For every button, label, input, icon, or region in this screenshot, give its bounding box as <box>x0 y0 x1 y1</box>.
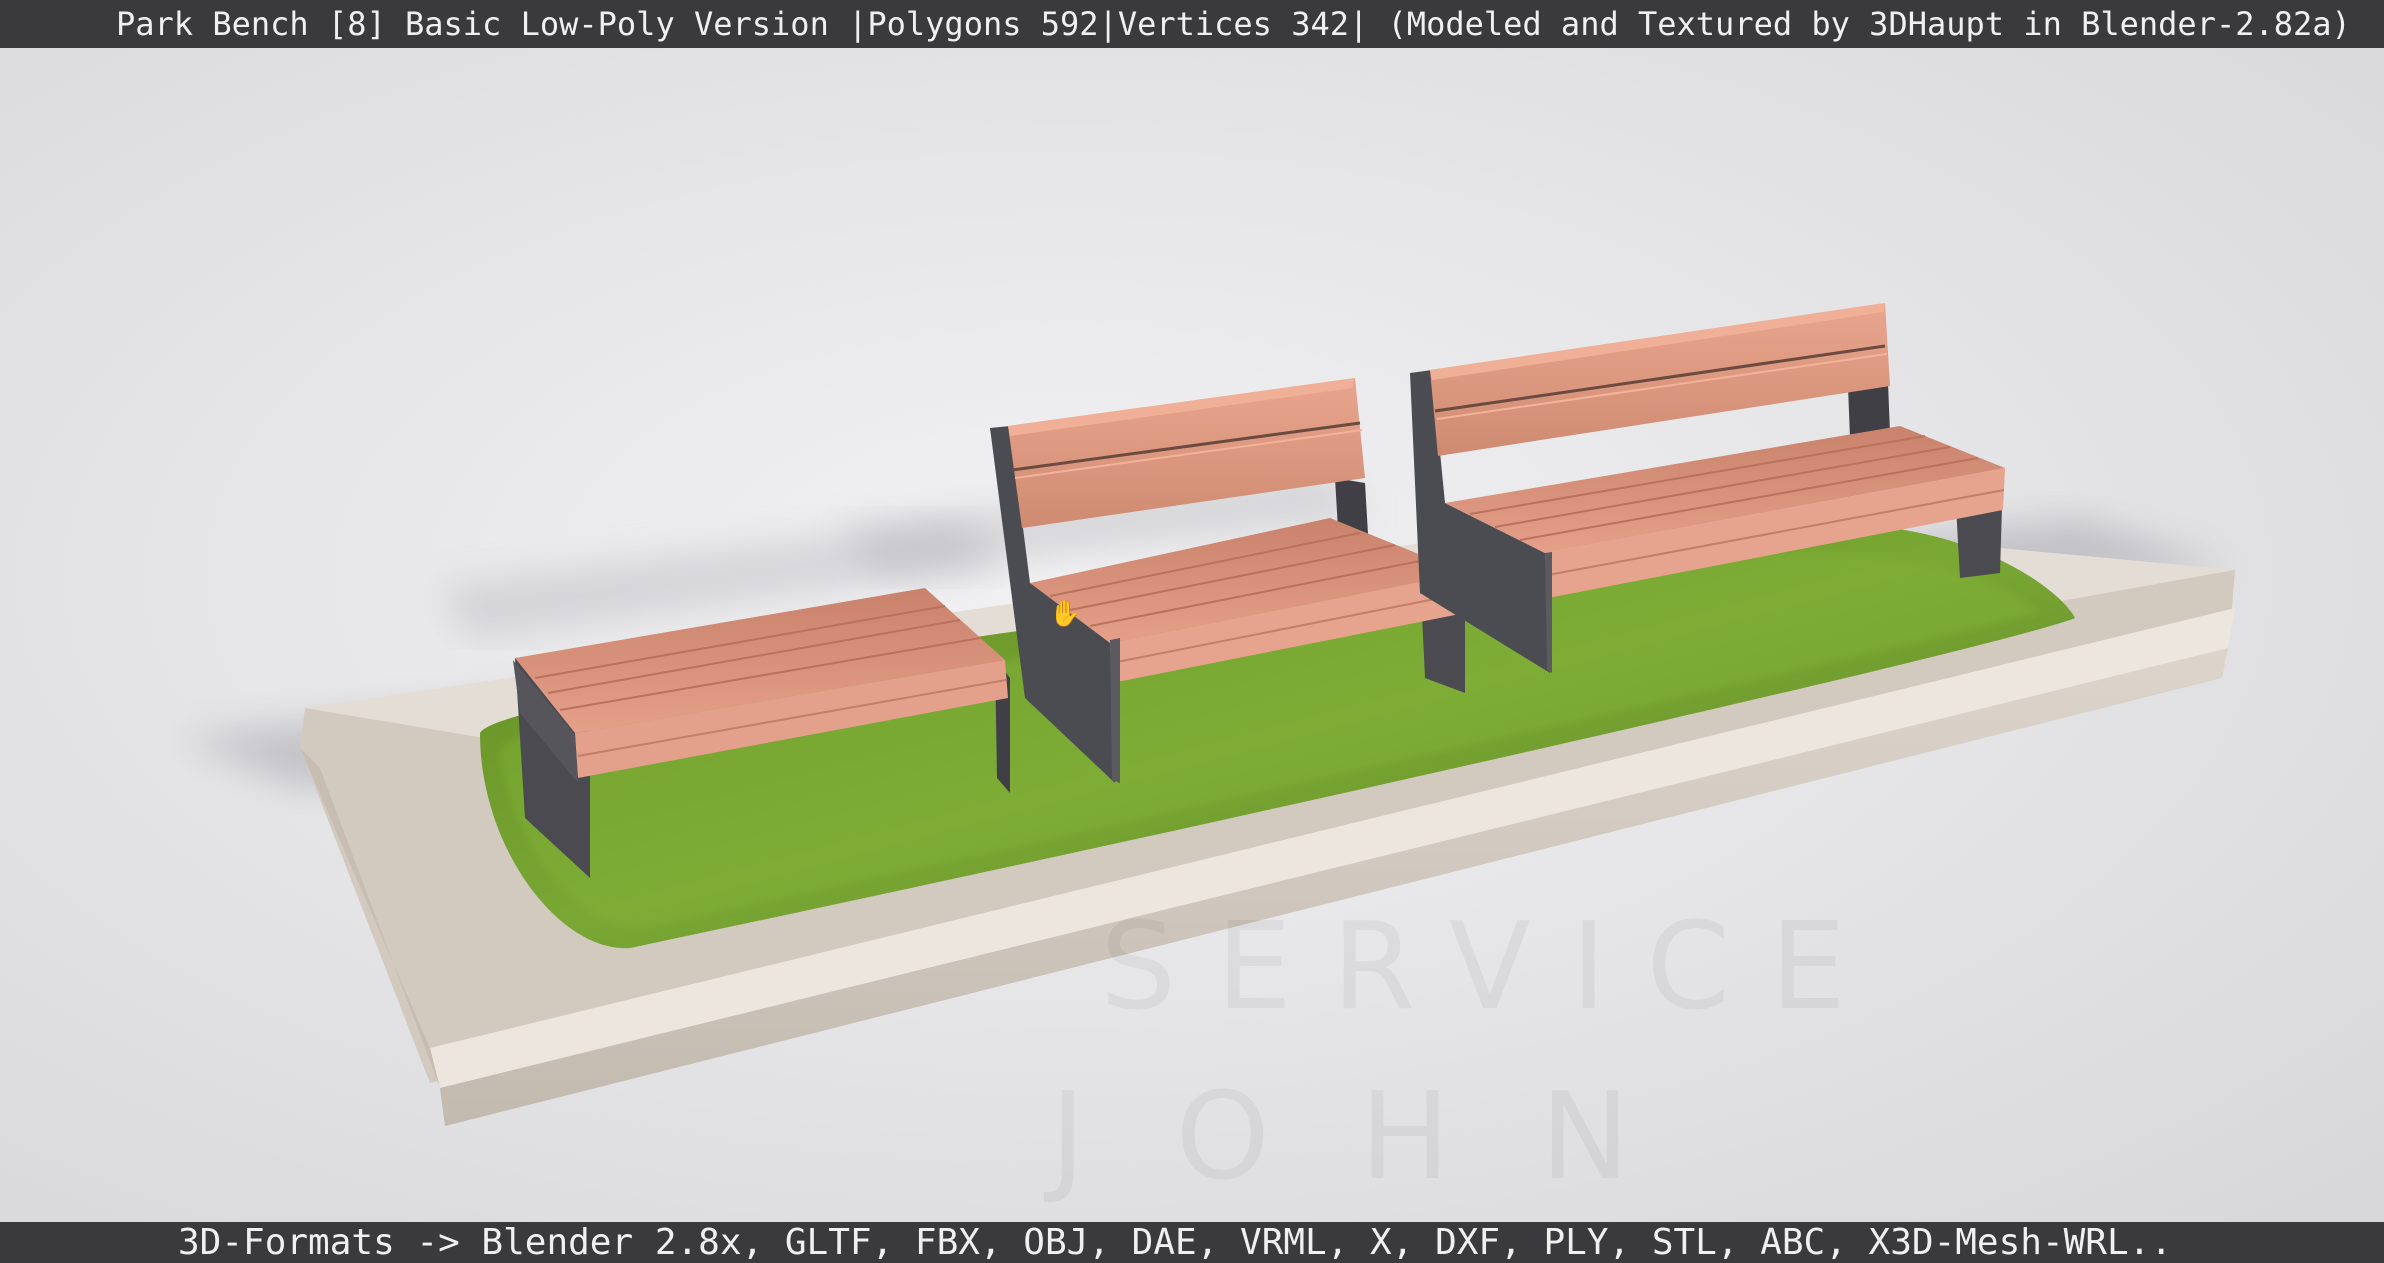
scene-render: SERVICE JOHN <box>0 48 2384 1222</box>
watermark-line-2: JOHN <box>1043 1068 1720 1207</box>
grab-hand-icon: ✋ <box>1049 599 1082 629</box>
watermark-line-1: SERVICE <box>1100 898 1886 1037</box>
title-bar: Park Bench [8] Basic Low-Poly Version |P… <box>0 0 2384 48</box>
render-viewport[interactable]: SERVICE JOHN ✋ <box>0 48 2384 1222</box>
formats-text: 3D-Formats -> Blender 2.8x, GLTF, FBX, O… <box>178 1222 2172 1263</box>
formats-bar: 3D-Formats -> Blender 2.8x, GLTF, FBX, O… <box>0 1222 2384 1263</box>
video-title: Park Bench [8] Basic Low-Poly Version |P… <box>116 5 2351 43</box>
